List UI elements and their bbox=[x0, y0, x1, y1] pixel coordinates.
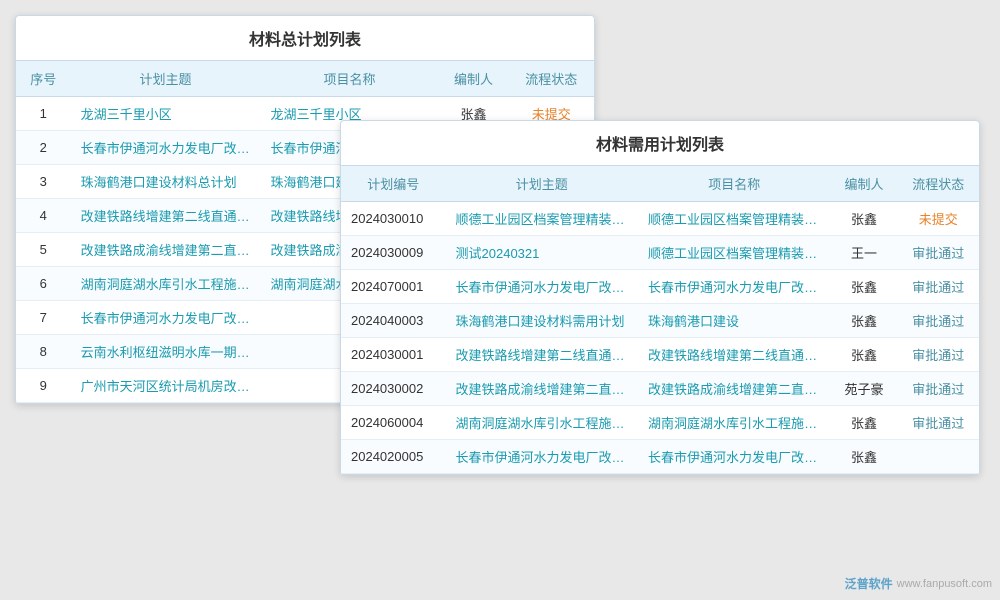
cell-status: 审批通过 bbox=[897, 372, 979, 406]
cell-editor: 张鑫 bbox=[831, 304, 898, 338]
cell-editor: 张鑫 bbox=[831, 338, 898, 372]
cell-status: 审批通过 bbox=[897, 406, 979, 440]
table1-col-project: 项目名称 bbox=[260, 61, 438, 97]
cell-id: 3 bbox=[16, 165, 71, 199]
table-row: 2024030009 测试20240321 顺德工业园区档案管理精装饰工程（..… bbox=[341, 236, 979, 270]
cell-editor: 苑子豪 bbox=[831, 372, 898, 406]
cell-plan[interactable]: 龙湖三千里小区 bbox=[71, 97, 261, 131]
table-row: 2024030001 改建铁路线增建第二线直通线（成都... 改建铁路线增建第二… bbox=[341, 338, 979, 372]
table-row: 2024020005 长春市伊通河水力发电厂改建工程材... 长春市伊通河水力发… bbox=[341, 440, 979, 474]
cell-status: 审批通过 bbox=[897, 236, 979, 270]
cell-project[interactable]: 长春市伊通河水力发电厂改建工程 bbox=[638, 440, 831, 474]
table-row: 2024070001 长春市伊通河水力发电厂改建工程合... 长春市伊通河水力发… bbox=[341, 270, 979, 304]
cell-editor: 张鑫 bbox=[831, 440, 898, 474]
cell-code: 2024070001 bbox=[341, 270, 446, 304]
cell-plan[interactable]: 珠海鹤港口建设材料总计划 bbox=[71, 165, 261, 199]
cell-plan[interactable]: 顺德工业园区档案管理精装饰工程（... bbox=[446, 202, 639, 236]
table2-col-plan: 计划主题 bbox=[446, 166, 639, 202]
cell-plan[interactable]: 湖南洞庭湖水库引水工程施工标材料总计划 bbox=[71, 267, 261, 301]
cell-code: 2024030002 bbox=[341, 372, 446, 406]
table2: 计划编号 计划主题 项目名称 编制人 流程状态 2024030010 顺德工业园… bbox=[341, 166, 979, 474]
table1-col-plan: 计划主题 bbox=[71, 61, 261, 97]
table-row: 2024030010 顺德工业园区档案管理精装饰工程（... 顺德工业园区档案管… bbox=[341, 202, 979, 236]
cell-project[interactable]: 湖南洞庭湖水库引水工程施工标 bbox=[638, 406, 831, 440]
cell-status: 审批通过 bbox=[897, 338, 979, 372]
cell-project[interactable]: 改建铁路成渝线增建第二直通线（成... bbox=[638, 372, 831, 406]
table2-col-code: 计划编号 bbox=[341, 166, 446, 202]
cell-code: 2024030010 bbox=[341, 202, 446, 236]
cell-id: 5 bbox=[16, 233, 71, 267]
cell-plan[interactable]: 广州市天河区统计局机房改造项目材料总计划 bbox=[71, 369, 261, 403]
cell-id: 2 bbox=[16, 131, 71, 165]
table1-col-status: 流程状态 bbox=[509, 61, 595, 97]
cell-id: 4 bbox=[16, 199, 71, 233]
cell-plan[interactable]: 湖南洞庭湖水库引水工程施工标材料... bbox=[446, 406, 639, 440]
cell-plan[interactable]: 长春市伊通河水力发电厂改建工程材... bbox=[446, 440, 639, 474]
cell-id: 6 bbox=[16, 267, 71, 301]
cell-code: 2024020005 bbox=[341, 440, 446, 474]
cell-editor: 张鑫 bbox=[831, 202, 898, 236]
cell-id: 1 bbox=[16, 97, 71, 131]
cell-project[interactable]: 顺德工业园区档案管理精装饰工程（... bbox=[638, 236, 831, 270]
table1-header: 序号 计划主题 项目名称 编制人 流程状态 bbox=[16, 61, 594, 97]
table1-title: 材料总计划列表 bbox=[16, 16, 594, 61]
cell-plan[interactable]: 珠海鹤港口建设材料需用计划 bbox=[446, 304, 639, 338]
cell-plan[interactable]: 改建铁路成渝线增建第二直通线（成渝枢纽... bbox=[71, 233, 261, 267]
cell-project[interactable]: 珠海鹤港口建设 bbox=[638, 304, 831, 338]
watermark: 泛普软件 www.fanpusoft.com bbox=[845, 575, 992, 592]
cell-id: 8 bbox=[16, 335, 71, 369]
cell-plan[interactable]: 改建铁路成渝线增建第二直通线（成... bbox=[446, 372, 639, 406]
cell-plan[interactable]: 测试20240321 bbox=[446, 236, 639, 270]
table2-header: 计划编号 计划主题 项目名称 编制人 流程状态 bbox=[341, 166, 979, 202]
cell-project[interactable]: 改建铁路线增建第二线直通线（成都... bbox=[638, 338, 831, 372]
cell-status: 审批通过 bbox=[897, 304, 979, 338]
table-row: 2024040003 珠海鹤港口建设材料需用计划 珠海鹤港口建设 张鑫 审批通过 bbox=[341, 304, 979, 338]
cell-code: 2024030001 bbox=[341, 338, 446, 372]
cell-editor: 王一 bbox=[831, 236, 898, 270]
cell-id: 7 bbox=[16, 301, 71, 335]
table1-col-editor: 编制人 bbox=[438, 61, 508, 97]
cell-status bbox=[897, 440, 979, 474]
table-row: 2024060004 湖南洞庭湖水库引水工程施工标材料... 湖南洞庭湖水库引水… bbox=[341, 406, 979, 440]
cell-code: 2024030009 bbox=[341, 236, 446, 270]
cell-plan[interactable]: 长春市伊通河水力发电厂改建工程材料总计划 bbox=[71, 301, 261, 335]
table2-col-status: 流程状态 bbox=[897, 166, 979, 202]
table-row: 2024030002 改建铁路成渝线增建第二直通线（成... 改建铁路成渝线增建… bbox=[341, 372, 979, 406]
cell-code: 2024040003 bbox=[341, 304, 446, 338]
watermark-logo: 泛普软件 bbox=[845, 575, 893, 592]
cell-id: 9 bbox=[16, 369, 71, 403]
cell-status: 未提交 bbox=[897, 202, 979, 236]
table2-title: 材料需用计划列表 bbox=[341, 121, 979, 166]
cell-plan[interactable]: 改建铁路线增建第二线直通线（成都-西安）... bbox=[71, 199, 261, 233]
table2-container: 材料需用计划列表 计划编号 计划主题 项目名称 编制人 流程状态 2024030… bbox=[340, 120, 980, 475]
watermark-url: www.fanpusoft.com bbox=[897, 578, 992, 590]
table2-col-project: 项目名称 bbox=[638, 166, 831, 202]
cell-code: 2024060004 bbox=[341, 406, 446, 440]
cell-status: 审批通过 bbox=[897, 270, 979, 304]
cell-project[interactable]: 顺德工业园区档案管理精装饰工程（... bbox=[638, 202, 831, 236]
cell-plan[interactable]: 长春市伊通河水力发电厂改建工程合... bbox=[446, 270, 639, 304]
cell-plan[interactable]: 云南水利枢纽滋明水库一期工程施工标材料... bbox=[71, 335, 261, 369]
table2-col-editor: 编制人 bbox=[831, 166, 898, 202]
table1-col-id: 序号 bbox=[16, 61, 71, 97]
cell-editor: 张鑫 bbox=[831, 406, 898, 440]
cell-editor: 张鑫 bbox=[831, 270, 898, 304]
cell-plan[interactable]: 长春市伊通河水力发电厂改建工程合同材料... bbox=[71, 131, 261, 165]
cell-plan[interactable]: 改建铁路线增建第二线直通线（成都... bbox=[446, 338, 639, 372]
cell-project[interactable]: 长春市伊通河水力发电厂改建工程 bbox=[638, 270, 831, 304]
